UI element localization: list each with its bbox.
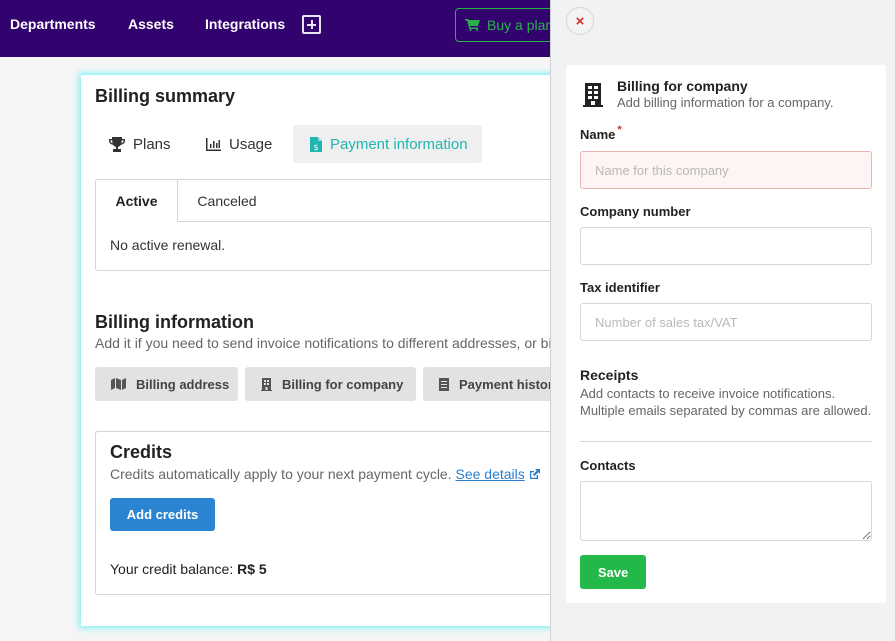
- credits-title: Credits: [110, 442, 173, 462]
- billing-company-drawer: × Billing for company Add billing inform…: [550, 0, 895, 641]
- receipts-title: Receipts: [580, 367, 639, 383]
- map-icon: [111, 378, 126, 390]
- credits-description-text: Credits automatically apply to your next…: [110, 466, 452, 482]
- company-number-label: Company number: [580, 204, 691, 219]
- receipts-description: Add contacts to receive invoice notifica…: [580, 386, 872, 418]
- payment-history-label: Payment history: [459, 376, 561, 392]
- receipt-icon: [439, 377, 449, 391]
- close-drawer-button[interactable]: ×: [566, 7, 594, 35]
- billing-for-company-button[interactable]: Billing for company: [245, 367, 416, 401]
- nav-item-integrations[interactable]: Integrations: [205, 16, 285, 32]
- receipts-divider: [580, 441, 872, 442]
- billing-address-label: Billing address: [136, 376, 230, 392]
- building-icon: [261, 377, 272, 391]
- form-title: Billing for company: [617, 78, 748, 94]
- name-label-text: Name: [580, 127, 616, 142]
- see-details-link[interactable]: See details: [456, 466, 525, 482]
- renewal-status-box: Active Canceled No active renewal.: [95, 179, 575, 271]
- renewal-status-text: No active renewal.: [110, 237, 226, 253]
- credits-description: Credits automatically apply to your next…: [110, 466, 540, 482]
- form-subtitle: Add billing information for a company.: [617, 95, 834, 110]
- company-number-input[interactable]: [580, 227, 872, 265]
- name-label: Name *: [580, 124, 622, 142]
- tab-payment-information-label: Payment information: [330, 135, 468, 153]
- contacts-label: Contacts: [580, 458, 636, 473]
- tab-usage[interactable]: Usage: [206, 125, 272, 163]
- billing-information-title: Billing information: [95, 312, 254, 332]
- contacts-textarea[interactable]: [580, 481, 872, 541]
- billing-address-button[interactable]: Billing address: [95, 367, 238, 401]
- tab-payment-information[interactable]: $ Payment information: [293, 125, 482, 163]
- credits-section: Credits Credits automatically apply to y…: [95, 431, 575, 595]
- close-icon: ×: [575, 12, 585, 30]
- tab-usage-label: Usage: [229, 135, 273, 153]
- cart-icon: [465, 19, 480, 31]
- billing-for-company-label: Billing for company: [282, 376, 404, 392]
- save-button[interactable]: Save: [580, 555, 646, 589]
- tab-plans[interactable]: Plans: [109, 125, 171, 163]
- add-plus-icon[interactable]: [302, 15, 321, 34]
- credit-balance-label: Your credit balance:: [110, 561, 234, 577]
- external-link-icon: [529, 469, 540, 479]
- tax-identifier-input[interactable]: [580, 303, 872, 341]
- credit-balance: Your credit balance: R$ 5: [110, 561, 267, 577]
- company-name-input[interactable]: [580, 151, 872, 189]
- building-icon: [583, 83, 603, 107]
- status-tab-active[interactable]: Active: [95, 179, 178, 222]
- see-details-label: See details: [455, 466, 525, 482]
- bar-chart-icon: [206, 137, 221, 151]
- nav-item-assets[interactable]: Assets: [128, 16, 174, 32]
- tax-identifier-label: Tax identifier: [580, 280, 660, 295]
- svg-text:$: $: [313, 143, 318, 152]
- billing-company-form: Billing for company Add billing informat…: [566, 65, 886, 603]
- trophy-icon: [109, 136, 125, 152]
- tab-plans-label: Plans: [133, 135, 171, 153]
- required-marker: *: [617, 124, 622, 136]
- billing-summary-card: Billing summary Plans Usage $ Payment in…: [81, 75, 649, 626]
- add-credits-button[interactable]: Add credits: [110, 498, 215, 531]
- buy-plan-label: Buy a plan: [487, 17, 554, 33]
- status-tab-canceled[interactable]: Canceled: [192, 179, 262, 222]
- nav-item-departments[interactable]: Departments: [10, 16, 96, 32]
- invoice-dollar-icon: $: [310, 136, 322, 152]
- credit-balance-value: R$ 5: [237, 561, 267, 577]
- page-title: Billing summary: [95, 86, 236, 106]
